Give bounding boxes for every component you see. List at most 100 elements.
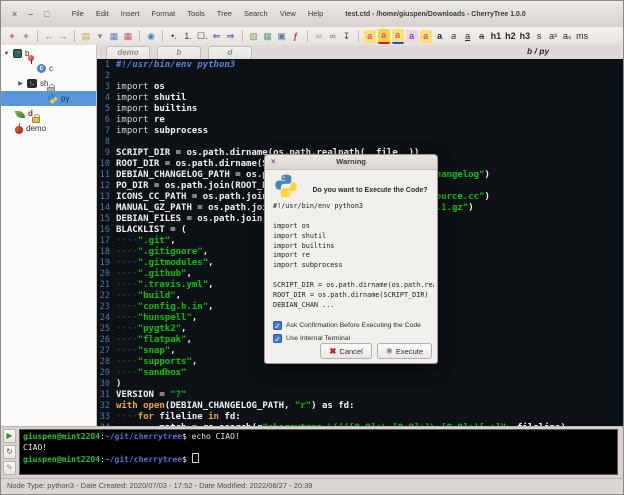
menu-help[interactable]: Help (302, 1, 329, 27)
menu-insert[interactable]: Insert (115, 1, 146, 27)
dialog-buttons: ✖ Cancel ✱ Execute (320, 343, 432, 359)
italic-icon[interactable]: a (448, 30, 460, 43)
insert-image-icon[interactable]: ▨ (248, 30, 260, 43)
dialog-title-bar: × Warning (265, 155, 437, 170)
menu-tools[interactable]: Tools (181, 1, 211, 27)
line-number: 33 (97, 412, 110, 423)
dialog-code-line: SCRIPT_DIR = os.path.dirname(os.path.rea… (273, 281, 434, 291)
tab-b[interactable]: b (157, 46, 201, 59)
monospace-icon[interactable]: ms (575, 30, 589, 43)
line-number: 28 (97, 357, 110, 368)
checkbox-label: Use Internal Terminal (286, 335, 350, 342)
indent-increase-icon[interactable]: ⇒ (225, 30, 237, 43)
code-line: 1#!/usr/bin/env python3 (97, 60, 623, 71)
save-icon[interactable]: ▦ (108, 30, 120, 43)
cancel-button[interactable]: ✖ Cancel (320, 343, 371, 359)
menu-search[interactable]: Search (238, 1, 274, 27)
tree-node-sh[interactable]: ▶›_sh (1, 76, 96, 91)
underline-icon[interactable]: a (462, 30, 474, 43)
save-as-icon[interactable]: ▦ (122, 30, 134, 43)
menu-view[interactable]: View (274, 1, 302, 27)
indent-decrease-icon[interactable]: ⇐ (211, 30, 223, 43)
style-latest-icon[interactable]: a (406, 30, 418, 43)
todo-list-icon[interactable]: ☐. (196, 30, 209, 43)
bold-icon[interactable]: a (434, 30, 446, 43)
tab-demo[interactable]: demo (106, 46, 150, 59)
node-tree[interactable]: ▼bcc▶›_shpyddemo (1, 45, 97, 427)
go-back-icon[interactable]: ← (43, 30, 55, 43)
close-button[interactable]: × (12, 9, 17, 19)
code-line-text: ····"config.h.in", (116, 302, 214, 313)
checkbox-checked-icon[interactable]: ✓ (273, 334, 282, 343)
line-number: 13 (97, 192, 110, 203)
minimize-button[interactable]: – (28, 9, 33, 19)
execute-gear-icon: ✱ (386, 346, 393, 357)
menu-format[interactable]: Format (146, 1, 182, 27)
checkbox-row: ✓Ask Confirmation Before Executing the C… (273, 319, 421, 332)
menu-tree[interactable]: Tree (211, 1, 238, 27)
subscript-icon[interactable]: aₛ (561, 30, 573, 43)
tree-node-d[interactable]: d (1, 106, 96, 121)
superscript-icon[interactable]: aˢ (547, 30, 559, 43)
dialog-code-line: import re (273, 251, 434, 261)
insert-node-icon[interactable]: + (6, 30, 18, 43)
expander-open-icon[interactable]: ▼ (3, 51, 10, 57)
insert-codebox-icon[interactable]: ▣ (276, 30, 288, 43)
h3-icon[interactable]: h3 (519, 30, 532, 43)
code-line-text: import subprocess (116, 126, 208, 137)
fg-color-pick-icon[interactable]: a (392, 29, 404, 44)
dialog-code-preview: #!/usr/bin/env python3 import osimport s… (273, 202, 434, 314)
strikethrough-icon[interactable]: a (476, 30, 488, 43)
open-file-icon[interactable]: ▤ (80, 30, 92, 43)
insert-anchor-icon[interactable]: ↧ (341, 30, 353, 43)
bg-color-icon[interactable]: a (378, 29, 390, 44)
insert-link-icon[interactable]: ∞ (313, 30, 325, 43)
numbered-list-icon[interactable]: 1. (182, 30, 194, 43)
open-recent-caret-icon[interactable]: ▾ (94, 30, 106, 43)
find-icon[interactable]: ◉ (145, 30, 157, 43)
code-line-text: VERSION = "?" (116, 390, 186, 401)
execute-button[interactable]: ✱ Execute (377, 343, 432, 359)
line-number: 24 (97, 313, 110, 324)
bulleted-list-icon[interactable]: •. (168, 30, 180, 43)
code-line: 2 (97, 71, 623, 82)
checkbox-checked-icon[interactable]: ✓ (273, 321, 282, 330)
tree-node-py[interactable]: py (1, 91, 96, 106)
cancel-button-label: Cancel (339, 347, 362, 356)
line-number: 1 (97, 60, 110, 71)
tree-node-b[interactable]: ▼b (1, 46, 96, 61)
terminal-run-icon[interactable]: ▶ (3, 429, 16, 443)
insert-latex-icon[interactable]: ƒ (290, 30, 302, 43)
dialog-code-line (273, 271, 434, 281)
h1-icon[interactable]: h1 (490, 30, 503, 43)
maximize-button[interactable]: □ (44, 9, 49, 19)
fg-color-icon[interactable]: a (364, 30, 376, 43)
toolbar-separator (242, 30, 243, 42)
h2-icon[interactable]: h2 (504, 30, 517, 43)
line-number: 26 (97, 335, 110, 346)
tree-node-label: c (49, 61, 53, 76)
insert-subnode-icon[interactable]: + (20, 30, 32, 43)
line-number: 23 (97, 302, 110, 313)
style-apply-icon[interactable]: a (420, 30, 432, 43)
tab-d[interactable]: d (208, 46, 252, 59)
code-line-text: ····".gitignore", (116, 247, 208, 258)
window-controls: × – □ (1, 9, 66, 19)
go-forward-icon[interactable]: → (57, 30, 69, 43)
code-line-text: ····"pygtk2", (116, 324, 186, 335)
insert-table-icon[interactable]: ▦ (262, 30, 274, 43)
menu-file[interactable]: File (66, 1, 90, 27)
terminal-clear-icon[interactable]: ✎ (3, 461, 16, 475)
menu-edit[interactable]: Edit (90, 1, 115, 27)
terminal[interactable]: giuspen@mint2204:~/git/cherrytree$ echo … (19, 429, 618, 475)
expander-closed-icon[interactable]: ▶ (17, 80, 24, 87)
line-number: 32 (97, 401, 110, 412)
terminal-restart-icon[interactable]: ↻ (3, 445, 16, 459)
dialog-close-icon[interactable]: × (271, 155, 276, 169)
insert-file-link-icon[interactable]: ∞ (327, 30, 339, 43)
tree-node-demo[interactable]: demo (1, 121, 96, 136)
small-icon[interactable]: s (533, 30, 545, 43)
toolbar-separator (139, 30, 140, 42)
terminal-cursor (192, 453, 199, 463)
tree-node-c[interactable]: cc (1, 61, 96, 76)
